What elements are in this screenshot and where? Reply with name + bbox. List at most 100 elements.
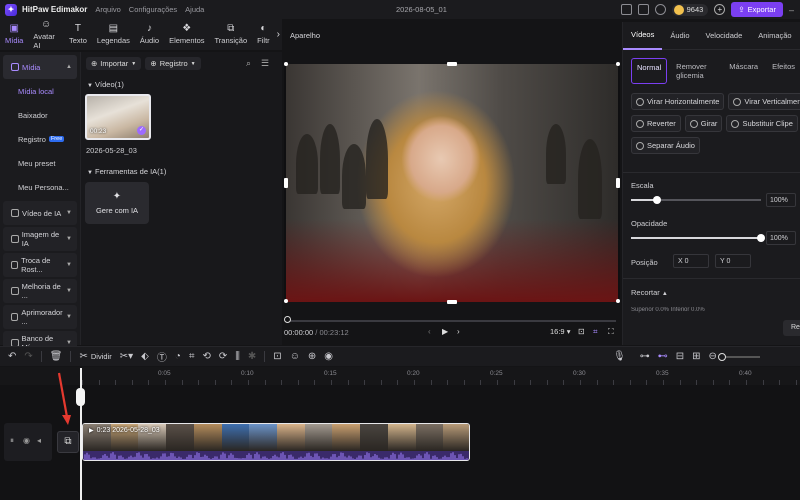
enhance-tool-icon[interactable]: ⊕ [308,351,316,362]
scale-slider[interactable] [631,196,761,204]
timeline-ruler[interactable]: 0:05 0:10 0:15 0:20 0:25 0:30 0:35 0:40 [0,367,800,385]
minimize-icon[interactable]: – [789,5,794,15]
scrubber-knob[interactable] [284,316,291,323]
opacity-value-field[interactable]: 100% [766,231,796,245]
sidebar-group-improver[interactable]: Aprimorador ... ▼ [3,305,77,329]
subtab-mask[interactable]: Máscara [724,58,763,84]
microphone-icon[interactable]: 🎙 [613,351,626,362]
scale-slider-knob[interactable] [653,196,661,204]
separate-audio-button[interactable]: Separar Áudio [631,137,700,154]
search-icon[interactable]: ⌕ [246,58,251,69]
resize-corner-tr[interactable] [616,62,620,66]
list-view-icon[interactable]: ☰ [261,58,269,69]
ai-tools-section-header[interactable]: ▼ Ferramentas de IA(1) [87,167,166,176]
preview-canvas[interactable] [284,62,620,304]
crop-section-header[interactable]: Recortar ▲ [631,288,668,297]
tab-subtitles[interactable]: ▤ Legendas [92,19,135,50]
generate-with-ai-card[interactable]: ✦ Gere com IA [85,182,149,224]
screen-icon[interactable] [620,4,632,15]
resize-corner-bl[interactable] [284,299,288,303]
sidebar-item-my-preset[interactable]: Meu preset [0,151,80,175]
next-frame-icon[interactable]: › [457,327,460,336]
menu-arquivo[interactable]: Arquivo [95,5,120,14]
replace-clip-button[interactable]: Substituir Clipe [726,115,798,132]
fit-icon[interactable]: ⊞ [692,351,700,362]
opacity-slider[interactable] [631,234,765,242]
cut-options-icon[interactable]: ✂▾ [120,351,133,362]
crop-fields[interactable]: Superior 0.0% Inferior 0.0% [631,307,791,313]
resize-corner-tl[interactable] [284,62,288,66]
resize-handle-top[interactable] [447,62,457,66]
volume-icon[interactable]: ◉ [324,351,333,362]
subtab-normal[interactable]: Normal [631,58,668,84]
import-button[interactable]: ⊕ Importar ▼ [86,57,142,70]
redo-icon[interactable]: ↷ [24,351,32,362]
prev-frame-icon[interactable]: ‹ [428,327,431,336]
zoom-slider-knob[interactable] [717,352,726,361]
position-y-field[interactable]: Y 0 [715,254,751,268]
sidebar-item-registry[interactable]: Registro Free [0,127,80,151]
video-section-header[interactable]: ▼ Vídeo(1) [87,80,124,89]
marker-icon[interactable]: ⬖ [141,351,149,362]
freeze-icon[interactable]: ✱ [248,351,256,362]
sidebar-item-my-persona[interactable]: Meu Persona... [0,175,80,199]
position-x-field[interactable]: X 0 [673,254,709,268]
text-tool-icon[interactable]: Ⓣ [157,349,167,364]
tab-text[interactable]: T Texto [64,19,92,50]
resize-handle-bottom[interactable] [447,300,457,304]
preview-scrubber[interactable] [288,320,616,322]
tab-animation[interactable]: Animação [750,22,799,50]
crop-preview-icon[interactable]: ⌗ [593,327,598,337]
undo-icon[interactable]: ↶ [8,351,16,362]
sidebar-group-media[interactable]: Mídia ▲ [3,55,77,79]
crop-icon[interactable]: ⌗ [189,351,195,362]
scale-value-field[interactable]: 100% [766,193,796,207]
track-mute-icon[interactable]: ◂ [37,436,41,445]
tabs-scroll-right[interactable]: › [275,19,282,50]
zoom-out-icon[interactable]: ⊖ [709,351,717,362]
tab-filter[interactable]: ◐ Filtr [252,19,275,50]
export-button[interactable]: ⇪ Exportar [731,2,783,17]
reverse-tool-icon[interactable]: ⟳ [219,351,227,362]
menu-configuracoes[interactable]: Configurações [129,5,177,14]
tab-elements[interactable]: ❖ Elementos [164,19,209,50]
rotate-tool-icon[interactable]: ⟲ [203,351,211,362]
playhead-handle[interactable] [76,388,85,406]
sidebar-item-local-media[interactable]: Mídia local [0,79,80,103]
subtab-effects[interactable]: Efeitos [767,58,800,84]
speed-icon[interactable]: ◔ [175,351,181,362]
aspect-ratio-select[interactable]: 16:9 ▾ [550,327,570,336]
sidebar-group-face-swap[interactable]: Troca de Rost... ▼ [3,253,77,277]
tab-speed[interactable]: Velocidade [698,22,751,50]
split-view-icon[interactable]: ⊟ [676,351,684,362]
tab-transition[interactable]: ⧉ Transição [210,19,253,50]
mirror-icon[interactable]: ⫼ [235,351,240,362]
coin-balance[interactable]: 9643 [671,3,709,16]
registry-button[interactable]: ⊕ Registro ▼ [145,57,201,70]
tab-avatar-ai[interactable]: ☺ Avatar AI [28,19,64,50]
notification-icon[interactable] [637,4,649,15]
resize-handle-left[interactable] [284,178,288,188]
timeline-video-clip[interactable]: ▶ 0:23 2026-05-28_03 [82,423,470,461]
face-tool-icon[interactable]: ☺ [290,351,300,362]
split-icon[interactable]: ✂ [79,351,87,362]
video-thumbnail[interactable]: 00:23 ✓ [85,94,151,140]
zoom-slider[interactable] [717,352,760,361]
add-coins-icon[interactable]: + [714,4,726,15]
account-icon[interactable] [654,4,666,15]
tab-audio[interactable]: ♪ Áudio [135,19,164,50]
subtab-remove-glitch[interactable]: Remover glicemia [671,58,720,84]
track-lock-icon[interactable]: ⏸ [10,436,14,446]
subtitle-tool-icon[interactable]: ⊡ [273,351,281,362]
delete-icon[interactable]: 🗑 [50,351,63,362]
opacity-slider-knob[interactable] [757,234,765,242]
magnet-icon[interactable]: ⊷ [658,351,668,362]
menu-ajuda[interactable]: Ajuda [185,5,204,14]
flip-horizontal-button[interactable]: Virar Horizontalmente [631,93,725,110]
tab-videos[interactable]: Vídeos [623,22,663,50]
sidebar-group-enhance[interactable]: Melhoria de ... ▼ [3,279,77,303]
resize-handle-right[interactable] [616,178,620,188]
flip-vertical-button[interactable]: Virar Verticalmente [728,93,800,110]
add-media-button[interactable]: ⧉ [57,431,79,453]
rotate-button[interactable]: Girar [684,115,723,132]
